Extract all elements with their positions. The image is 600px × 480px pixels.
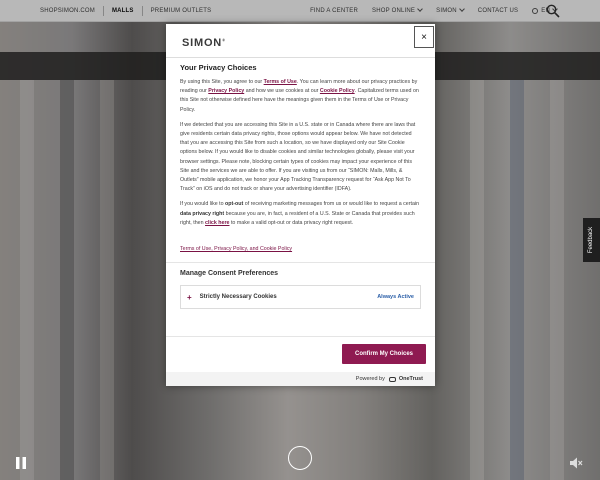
onetrust-brand: OneTrust <box>398 376 423 382</box>
registered-mark: ® <box>222 37 226 43</box>
close-icon: × <box>421 31 427 43</box>
simon-logo: SIMON® <box>182 37 226 49</box>
policy-combined-link[interactable]: Terms of Use, Privacy Policy, and Cookie… <box>180 246 421 252</box>
cookie-policy-link[interactable]: Cookie Policy <box>320 88 355 94</box>
data-privacy-right-bold: data privacy right <box>180 210 225 217</box>
section-divider <box>166 262 435 264</box>
modal-footer: Confirm My Choices <box>166 336 435 372</box>
strictly-necessary-cookies-row[interactable]: + Strictly Necessary Cookies Always Acti… <box>180 285 421 310</box>
opt-out-paragraph: If you would like to opt-out of receivin… <box>180 200 421 228</box>
consent-category-label: Strictly Necessary Cookies <box>199 294 277 301</box>
click-here-link[interactable]: click here <box>205 220 229 226</box>
play-circle-icon[interactable] <box>288 446 312 470</box>
terms-of-use-link[interactable]: Terms of Use <box>264 79 297 85</box>
opt-out-text: of receiving marketing messages from us … <box>243 201 420 208</box>
confirm-my-choices-button[interactable]: Confirm My Choices <box>342 344 426 364</box>
privacy-modal: SIMON® × Your Privacy Choices By using t… <box>166 24 435 386</box>
modal-title: Your Privacy Choices <box>180 63 257 72</box>
powered-by-label: Powered by <box>355 376 385 382</box>
opt-out-text: If you would like to <box>180 201 226 208</box>
mute-icon[interactable] <box>569 456 583 470</box>
opt-out-text: to make a valid opt-out or data privacy … <box>229 219 354 226</box>
feedback-label: Feedback <box>588 226 595 254</box>
manage-consent-heading: Manage Consent Preferences <box>180 270 279 278</box>
plus-icon: + <box>187 292 192 302</box>
pause-icon[interactable] <box>14 456 28 470</box>
modal-header: SIMON® × <box>166 24 435 58</box>
close-button[interactable]: × <box>414 26 434 48</box>
intro-paragraph: By using this Site, you agree to our Ter… <box>180 78 421 115</box>
onetrust-logo-icon <box>388 376 396 382</box>
feedback-tab[interactable]: Feedback <box>583 218 600 262</box>
opt-out-bold: opt-out <box>225 201 244 208</box>
always-active-status: Always Active <box>377 294 414 301</box>
detection-paragraph: If we detected that you are accessing th… <box>180 121 416 193</box>
privacy-policy-link[interactable]: Privacy Policy <box>208 88 244 94</box>
intro-text: By using this Site, you agree to our <box>180 79 264 85</box>
intro-text: and how we use cookies at our <box>244 88 320 95</box>
powered-by-onetrust[interactable]: Powered by OneTrust <box>166 372 435 386</box>
logo-text: SIMON <box>182 37 223 49</box>
modal-body: Your Privacy Choices By using this Site,… <box>166 59 435 359</box>
